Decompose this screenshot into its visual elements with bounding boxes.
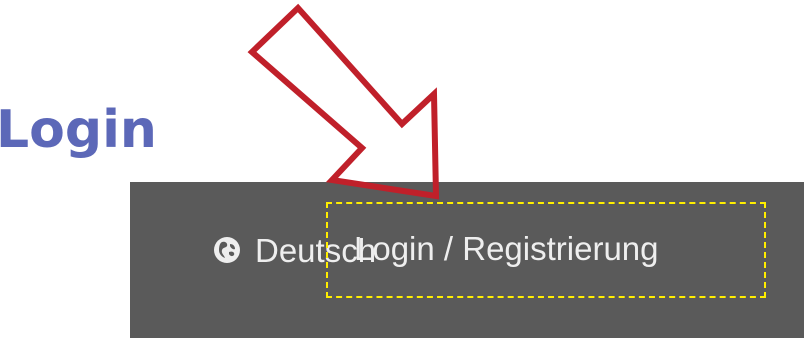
login-register-link[interactable]: Login / Registrierung — [354, 232, 659, 265]
down-left-arrow-icon — [247, 3, 440, 200]
globe-icon — [214, 237, 240, 263]
login-heading: Login — [0, 100, 157, 160]
screenshot-stage: Login Deutsch Login / Registrierung — [0, 0, 804, 338]
top-navigation-bar: Deutsch Login / Registrierung — [130, 182, 804, 338]
